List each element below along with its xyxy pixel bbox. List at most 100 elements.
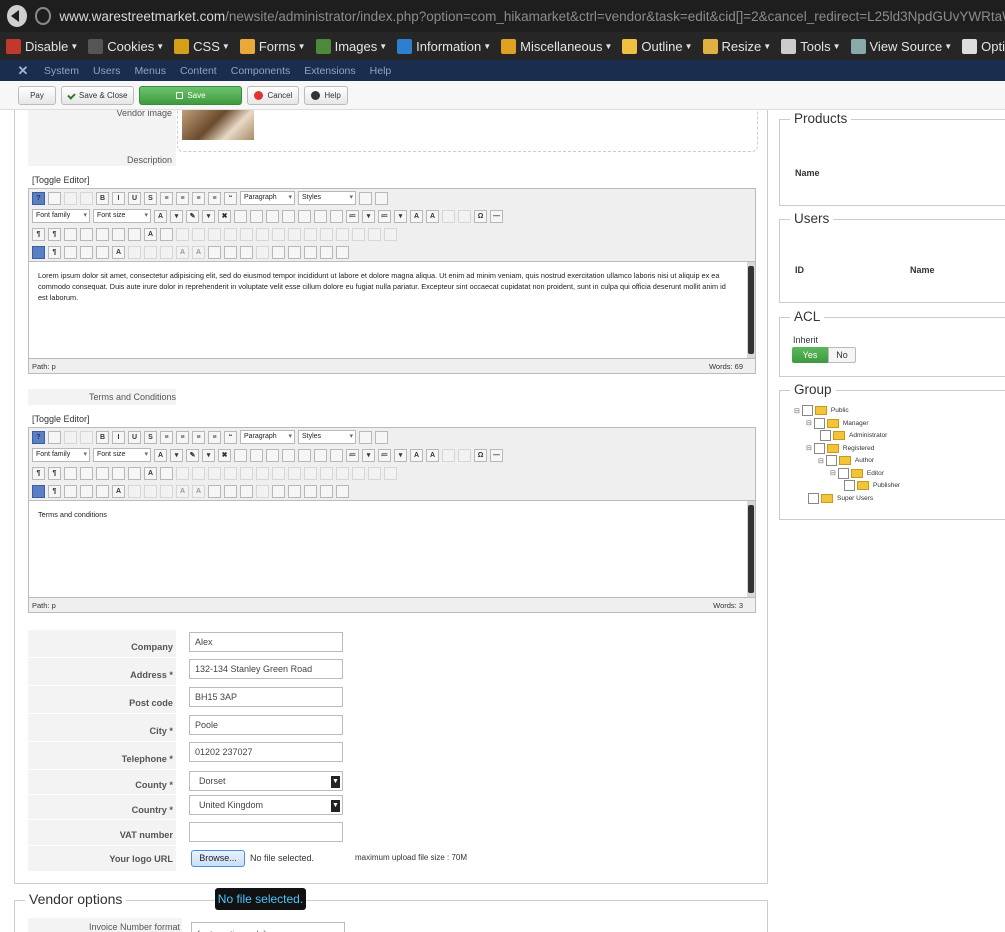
editor-tool-icon[interactable]: ✎ — [186, 209, 199, 223]
editor-tool-icon[interactable] — [304, 245, 317, 259]
editor-tool-icon[interactable] — [64, 245, 77, 259]
editor-tool-icon[interactable] — [298, 448, 311, 462]
devbar-item-view-source[interactable]: View Source ▼ — [850, 38, 952, 54]
editor-tool-icon[interactable] — [256, 484, 269, 498]
editor-tool-icon[interactable]: ▾ — [170, 448, 183, 462]
editor-tool-icon[interactable]: ≔ — [378, 209, 391, 223]
editor-tool-icon[interactable]: A — [426, 209, 439, 223]
editor-tool-icon[interactable] — [64, 466, 77, 480]
telephone-field[interactable]: 01202 237027 — [189, 742, 343, 762]
editor-tool-icon[interactable]: A — [154, 448, 167, 462]
back-icon[interactable] — [7, 5, 27, 27]
devbar-item-css[interactable]: CSS ▼ — [174, 38, 230, 54]
group-tree-item[interactable]: ⊟ Registered — [806, 442, 874, 454]
editor-tool-icon[interactable] — [375, 191, 388, 205]
editor-tool-icon[interactable] — [336, 245, 349, 259]
editor-tool-icon[interactable] — [224, 466, 237, 480]
editor-styles-select[interactable]: Styles — [298, 191, 356, 205]
vat-field[interactable] — [189, 822, 343, 842]
editor-tool-icon[interactable] — [144, 245, 157, 259]
editor-tool-icon[interactable] — [48, 191, 61, 205]
invoice-format-field[interactable]: {automatic_code} — [191, 922, 345, 932]
editor-tool-icon[interactable] — [80, 430, 93, 444]
devbar-item-forms[interactable]: Forms ▼ — [239, 38, 306, 54]
toggle-editor-link-2[interactable]: [Toggle Editor] — [32, 414, 90, 424]
editor-tool-icon[interactable] — [224, 484, 237, 498]
editor-tool-icon[interactable]: ? — [32, 191, 45, 205]
editor-tool-icon[interactable] — [298, 209, 311, 223]
editor-tool-icon[interactable] — [128, 484, 141, 498]
editor-tool-icon[interactable]: ¶ — [48, 484, 61, 498]
editor-tool-icon[interactable] — [32, 484, 45, 498]
editor-tool-icon[interactable]: U — [128, 430, 141, 444]
editor-tool-icon[interactable]: ¶ — [48, 466, 61, 480]
cancel-button[interactable]: Cancel — [247, 85, 300, 105]
editor-font-size-select[interactable]: Font size — [93, 209, 151, 223]
collapse-icon[interactable]: ⊟ — [806, 444, 812, 452]
editor-tool-icon[interactable]: “ — [224, 430, 237, 444]
editor-format-select[interactable]: Paragraph — [240, 430, 295, 444]
editor-tool-icon[interactable] — [314, 209, 327, 223]
save-close-button[interactable]: Save & Close — [61, 85, 135, 105]
editor-tool-icon[interactable] — [240, 227, 253, 241]
editor-font-family-select[interactable]: Font family — [32, 448, 90, 462]
editor-tool-icon[interactable] — [359, 191, 372, 205]
editor-tool-icon[interactable]: A — [426, 448, 439, 462]
group-tree-item[interactable]: ⊟ Author — [818, 455, 874, 466]
editor-tool-icon[interactable] — [384, 466, 397, 480]
editor-tool-icon[interactable] — [288, 245, 301, 259]
editor-tool-icon[interactable] — [336, 484, 349, 498]
description-editor-content[interactable]: Lorem ipsum dolor sit amet, consectetur … — [29, 261, 755, 359]
editor-tool-icon[interactable]: ≡ — [176, 191, 189, 205]
editor-tool-icon[interactable] — [304, 484, 317, 498]
editor-tool-icon[interactable] — [48, 430, 61, 444]
editor-tool-icon[interactable] — [176, 227, 189, 241]
editor-tool-icon[interactable]: — — [490, 209, 503, 223]
editor-tool-icon[interactable]: A — [112, 245, 125, 259]
postcode-field[interactable]: BH15 3AP — [189, 687, 343, 707]
editor-tool-icon[interactable]: U — [128, 191, 141, 205]
editor-tool-icon[interactable] — [240, 466, 253, 480]
editor-tool-icon[interactable] — [256, 466, 269, 480]
editor-tool-icon[interactable] — [112, 466, 125, 480]
group-checkbox[interactable] — [825, 455, 837, 466]
editor-tool-icon[interactable] — [64, 227, 77, 241]
group-checkbox[interactable] — [801, 405, 813, 416]
group-tree-item[interactable]: ⊟ Editor — [830, 467, 884, 479]
address-field[interactable]: 132-134 Stanley Green Road — [189, 659, 343, 679]
save-button[interactable]: Save — [139, 85, 243, 105]
editor-tool-icon[interactable]: ✖ — [218, 448, 231, 462]
editor-tool-icon[interactable]: ¶ — [32, 466, 45, 480]
editor-scrollbar[interactable] — [747, 262, 755, 358]
devbar-item-resize[interactable]: Resize ▼ — [702, 38, 771, 54]
editor-tool-icon[interactable]: ≡ — [208, 430, 221, 444]
editor-tool-icon[interactable] — [208, 484, 221, 498]
editor-tool-icon[interactable] — [384, 227, 397, 241]
menu-content[interactable]: Content — [180, 65, 217, 77]
group-tree-item[interactable]: ⊟ Public — [794, 405, 849, 416]
editor-tool-icon[interactable] — [80, 484, 93, 498]
editor-tool-icon[interactable] — [96, 466, 109, 480]
group-checkbox[interactable] — [813, 417, 825, 429]
devbar-item-miscellaneous[interactable]: Miscellaneous ▼ — [501, 38, 612, 54]
editor-tool-icon[interactable] — [176, 466, 189, 480]
editor-tool-icon[interactable] — [256, 227, 269, 241]
editor-tool-icon[interactable]: A — [112, 484, 125, 498]
editor-tool-icon[interactable] — [208, 245, 221, 259]
editor-tool-icon[interactable] — [96, 227, 109, 241]
editor-tool-icon[interactable] — [266, 209, 279, 223]
editor-tool-icon[interactable] — [272, 227, 285, 241]
editor-tool-icon[interactable]: ▾ — [394, 209, 407, 223]
editor-tool-icon[interactable]: A — [176, 484, 189, 498]
path-value[interactable]: p — [52, 601, 56, 610]
editor-tool-icon[interactable]: A — [144, 227, 157, 241]
editor-tool-icon[interactable]: ≔ — [346, 448, 359, 462]
editor-tool-icon[interactable] — [80, 466, 93, 480]
editor-tool-icon[interactable] — [208, 466, 221, 480]
help-button[interactable]: Help — [304, 85, 348, 105]
editor-tool-icon[interactable] — [224, 245, 237, 259]
editor-tool-icon[interactable]: ≔ — [378, 448, 391, 462]
editor-tool-icon[interactable] — [368, 227, 381, 241]
editor-tool-icon[interactable] — [224, 227, 237, 241]
editor-tool-icon[interactable]: ✎ — [186, 448, 199, 462]
